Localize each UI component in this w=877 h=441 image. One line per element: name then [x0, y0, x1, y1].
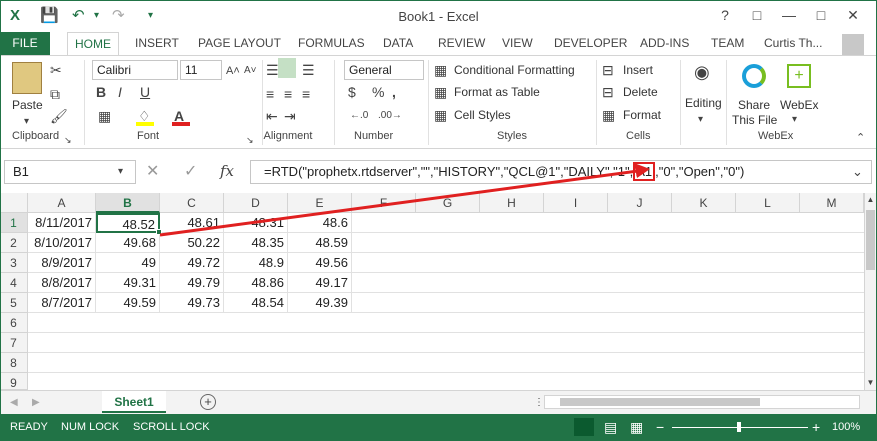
status-bar: READY NUM LOCK SCROLL LOCK ▤ ▦ − + 100%: [0, 414, 877, 441]
sheet-options-icon[interactable]: ⋮: [534, 393, 544, 413]
zoom-in-icon[interactable]: +: [812, 418, 820, 436]
prev-sheet-icon[interactable]: ◀: [10, 393, 18, 413]
next-sheet-icon[interactable]: ▶: [32, 393, 40, 413]
zoom-slider-thumb[interactable]: [737, 422, 741, 432]
status-ready: READY: [10, 421, 48, 433]
status-num-lock: NUM LOCK: [61, 421, 120, 433]
sheet-tab-bar: ◀ ▶ Sheet1 + ⋮: [0, 390, 877, 414]
page-break-view-icon[interactable]: ▦: [630, 417, 643, 437]
zoom-out-icon[interactable]: −: [656, 418, 664, 436]
zoom-level[interactable]: 100%: [832, 414, 860, 441]
sheet-tab-sheet1[interactable]: Sheet1: [102, 391, 166, 413]
arrow-head: [634, 163, 650, 178]
annotation-arrow: [159, 163, 650, 237]
new-sheet-icon[interactable]: +: [200, 394, 216, 410]
arrow-line: [159, 169, 639, 237]
normal-view-icon[interactable]: [574, 418, 594, 436]
horizontal-scroll-thumb[interactable]: [560, 398, 760, 406]
status-scroll-lock: SCROLL LOCK: [133, 421, 210, 433]
page-layout-view-icon[interactable]: ▤: [604, 417, 617, 437]
